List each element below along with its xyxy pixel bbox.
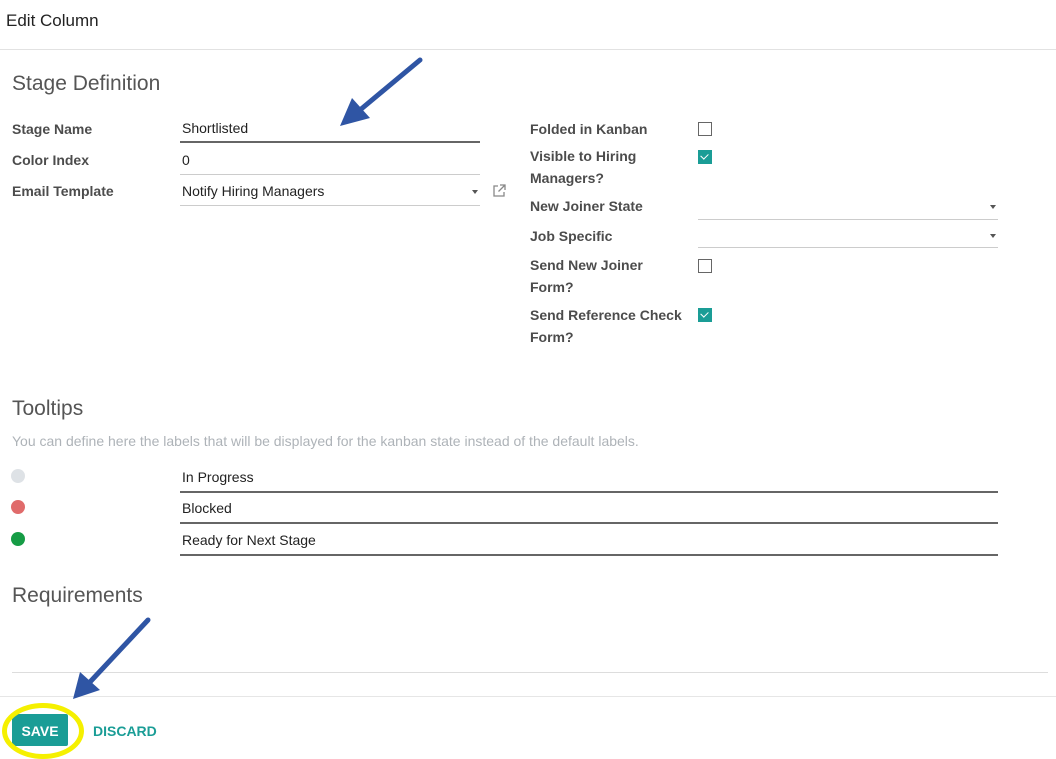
section-title-requirements: Requirements — [12, 584, 143, 607]
stage-name-value: Shortlisted — [182, 120, 249, 136]
send-new-joiner-form-label: Send New Joiner Form? — [530, 257, 643, 295]
new-joiner-state-select[interactable] — [698, 194, 998, 220]
email-template-select[interactable]: Notify Hiring Managers — [180, 180, 480, 206]
chevron-down-icon — [990, 205, 996, 209]
send-reference-check-form-checkbox[interactable] — [698, 308, 712, 322]
external-link-icon[interactable] — [492, 184, 507, 203]
chevron-down-icon — [472, 190, 478, 194]
stage-name-input[interactable]: Shortlisted — [180, 117, 480, 143]
email-template-label: Email Template — [12, 183, 114, 199]
save-button[interactable]: SAVE — [12, 714, 68, 746]
visible-to-hiring-managers-checkbox[interactable] — [698, 150, 712, 164]
folded-in-kanban-checkbox[interactable] — [698, 122, 712, 136]
section-title-stage-definition: Stage Definition — [12, 72, 161, 95]
dialog-title: Edit Column — [6, 11, 99, 30]
kanban-state-done-icon — [11, 532, 25, 546]
section-title-tooltips: Tooltips — [12, 397, 84, 420]
tooltips-hint: You can define here the labels that will… — [12, 433, 639, 449]
color-index-label: Color Index — [12, 152, 90, 168]
email-template-value: Notify Hiring Managers — [182, 183, 325, 199]
color-index-value: 0 — [182, 152, 190, 168]
tooltip-blocked-input[interactable]: Blocked — [180, 496, 998, 524]
folded-in-kanban-label: Folded in Kanban — [530, 121, 648, 137]
discard-button[interactable]: DISCARD — [87, 714, 163, 746]
send-new-joiner-form-checkbox[interactable] — [698, 259, 712, 273]
send-reference-check-form-label: Send Reference Check Form? — [530, 307, 682, 345]
chevron-down-icon — [990, 234, 996, 238]
footer-divider — [0, 696, 1056, 697]
kanban-state-normal-icon — [11, 469, 25, 483]
visible-to-hiring-managers-label: Visible to Hiring Managers? — [530, 148, 637, 186]
color-index-input[interactable]: 0 — [180, 149, 480, 175]
annotation-arrow-icon — [73, 617, 151, 699]
stage-name-label: Stage Name — [12, 121, 93, 137]
job-specific-label: Job Specific — [530, 228, 613, 244]
tooltip-ready-input[interactable]: Ready for Next Stage — [180, 528, 998, 556]
new-joiner-state-label: New Joiner State — [530, 198, 643, 214]
kanban-state-blocked-icon — [11, 500, 25, 514]
job-specific-select[interactable] — [698, 222, 998, 248]
requirements-field[interactable] — [12, 672, 1048, 673]
dialog-header: Edit Column — [0, 0, 1056, 50]
tooltip-in-progress-input[interactable]: In Progress — [180, 465, 998, 493]
